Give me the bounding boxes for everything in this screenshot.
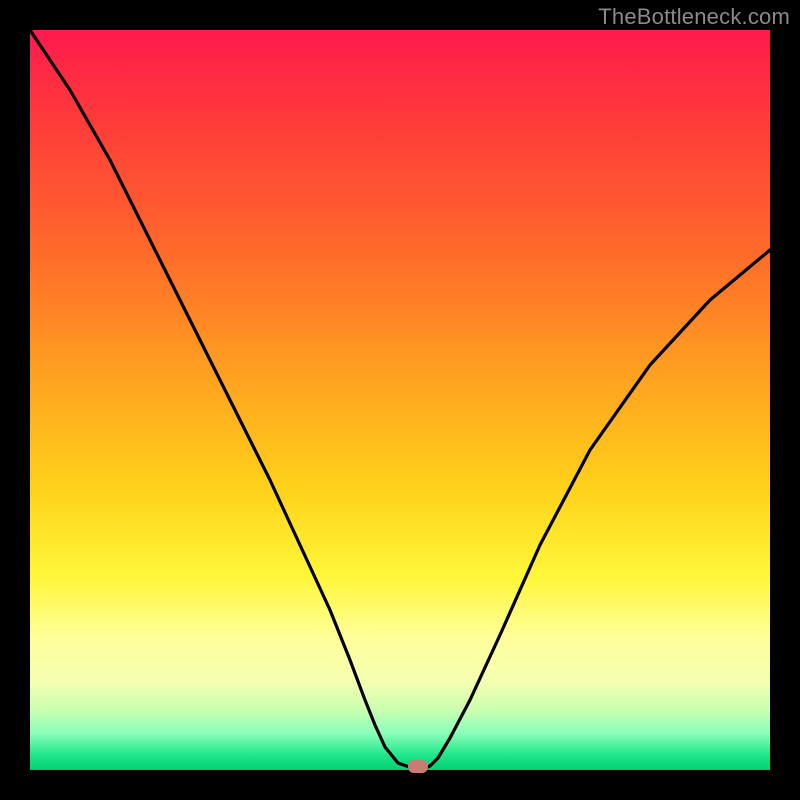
min-marker — [408, 760, 428, 773]
watermark-text: TheBottleneck.com — [598, 4, 790, 30]
curve-layer — [30, 30, 770, 770]
bottleneck-curve — [30, 30, 770, 768]
chart-frame: TheBottleneck.com — [0, 0, 800, 800]
